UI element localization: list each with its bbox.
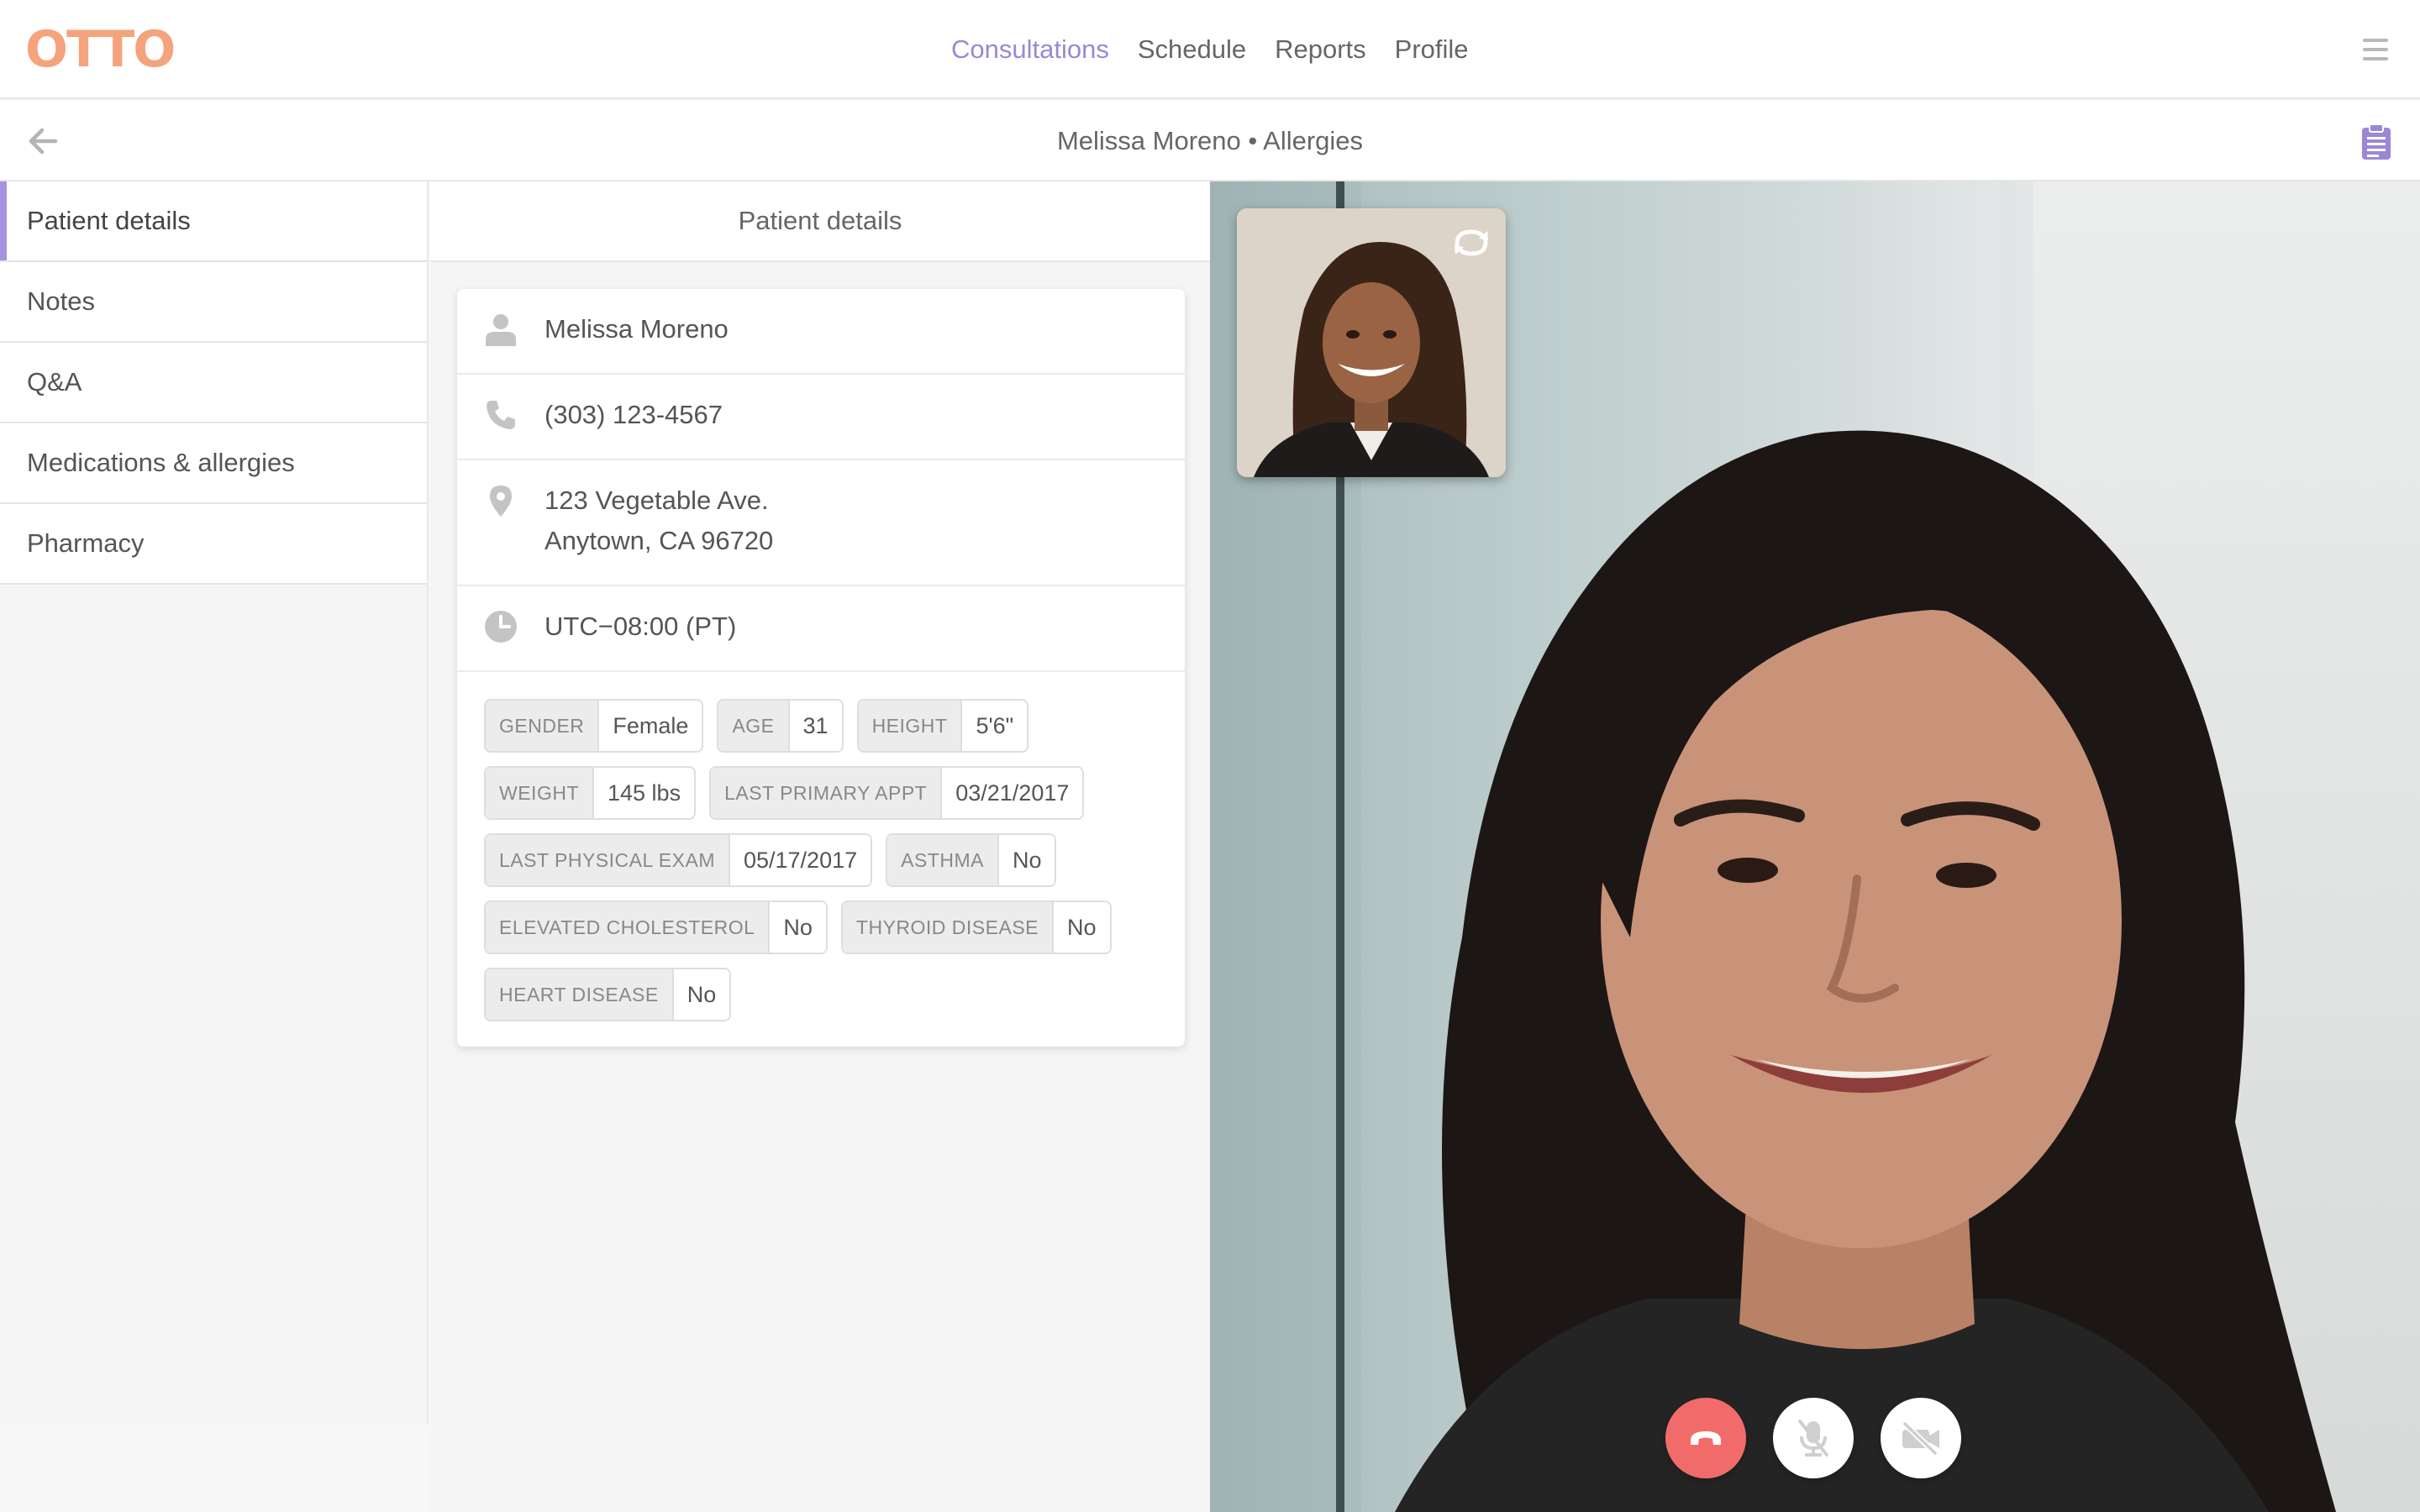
video-off-icon	[1902, 1421, 1939, 1455]
mic-off-icon	[1798, 1420, 1828, 1457]
clipboard-icon[interactable]	[2360, 123, 2393, 161]
attr-heart-disease: Heart disease No	[484, 968, 732, 1021]
phone-hangup-icon	[1691, 1431, 1721, 1445]
sidebar: Patient details Notes Q&A Medications & …	[0, 181, 429, 1425]
sidebar-item-label: Medications & allergies	[27, 448, 295, 477]
consultation-title: Melissa Moreno • Allergies	[1056, 126, 1364, 155]
phone-icon	[484, 398, 518, 432]
person-icon	[484, 312, 518, 346]
nav-reports[interactable]: Reports	[1275, 34, 1366, 65]
patient-name: Melissa Moreno	[544, 314, 729, 344]
patient-timezone-row: UTC−08:00 (PT)	[457, 586, 1185, 672]
end-call-button[interactable]	[1665, 1398, 1746, 1478]
mute-mic-button[interactable]	[1773, 1398, 1854, 1478]
arrow-left-icon[interactable]	[25, 121, 62, 161]
address-line-2: Anytown, CA 96720	[544, 526, 774, 555]
camera-off-button[interactable]	[1881, 1398, 1961, 1478]
attr-asthma: Asthma No	[886, 833, 1057, 887]
nav-consultations[interactable]: Consultations	[951, 34, 1109, 65]
top-nav: OTTO Consultations Schedule Reports Prof…	[0, 0, 2420, 99]
location-pin-icon	[484, 484, 518, 517]
sidebar-item-medications-allergies[interactable]: Medications & allergies	[0, 423, 427, 504]
sidebar-item-label: Patient details	[27, 206, 191, 235]
patient-name-row: Melissa Moreno	[457, 289, 1185, 375]
patient-timezone: UTC−08:00 (PT)	[544, 612, 737, 641]
sidebar-item-pharmacy[interactable]: Pharmacy	[0, 504, 427, 585]
sidebar-item-notes[interactable]: Notes	[0, 262, 427, 343]
attr-gender: Gender Female	[484, 699, 704, 753]
sidebar-item-label: Notes	[27, 286, 95, 316]
patient-phone[interactable]: (303) 123-4567	[544, 395, 723, 435]
panel-title: Patient details	[430, 181, 1210, 262]
patient-address: 123 Vegetable Ave. Anytown, CA 96720	[544, 480, 773, 561]
logo-text: OTTO	[25, 20, 176, 79]
call-controls	[1665, 1398, 1961, 1478]
main-nav: Consultations Schedule Reports Profile	[951, 0, 1469, 99]
otto-logo[interactable]: OTTO	[25, 20, 176, 79]
attr-thyroid-disease: Thyroid disease No	[840, 900, 1112, 954]
patient-phone-row: (303) 123-4567	[457, 375, 1185, 460]
attr-last-primary-appt: Last primary appt 03/21/2017	[709, 766, 1085, 820]
patient-attributes: Gender Female Age 31 Height 5'6" Weight …	[457, 672, 1185, 1047]
sidebar-item-label: Q&A	[27, 367, 82, 396]
nav-profile[interactable]: Profile	[1395, 34, 1469, 65]
patient-card: Melissa Moreno (303) 123-4567 123 Vegeta…	[457, 289, 1185, 1047]
hamburger-menu-icon[interactable]	[2363, 37, 2388, 62]
patient-address-row: 123 Vegetable Ave. Anytown, CA 96720	[457, 460, 1185, 586]
attr-weight: Weight 145 lbs	[484, 766, 697, 820]
sidebar-item-label: Pharmacy	[27, 528, 145, 558]
consultation-header: Melissa Moreno • Allergies	[0, 101, 2420, 181]
address-line-1: 123 Vegetable Ave.	[544, 486, 769, 515]
rotate-camera-icon[interactable]	[1449, 223, 1494, 262]
attr-elevated-cholesterol: Elevated cholesterol No	[484, 900, 828, 954]
attr-age: Age 31	[717, 699, 844, 753]
patient-details-panel: Patient details Melissa Moreno (303) 123…	[430, 181, 1210, 1512]
sidebar-item-patient-details[interactable]: Patient details	[0, 181, 427, 262]
clock-icon	[484, 610, 518, 643]
nav-schedule[interactable]: Schedule	[1138, 34, 1246, 65]
attr-height: Height 5'6"	[856, 699, 1029, 753]
attr-last-physical-exam: Last physical exam 05/17/2017	[484, 833, 873, 887]
sidebar-item-qa[interactable]: Q&A	[0, 343, 427, 423]
